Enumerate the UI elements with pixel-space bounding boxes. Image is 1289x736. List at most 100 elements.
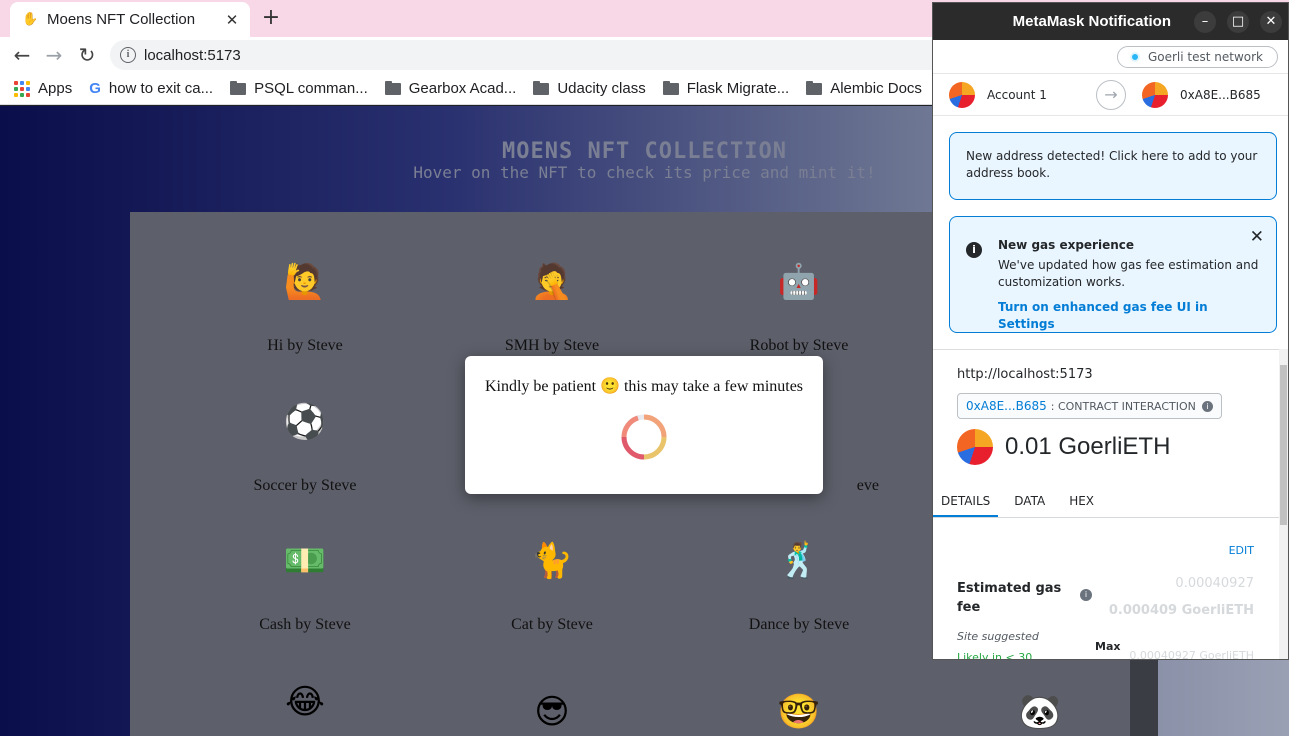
- nft-caption: SMH by Steve: [504, 337, 600, 354]
- nft-caption: Soccer by Steve: [253, 477, 357, 494]
- browser-tab[interactable]: ✋ Moens NFT Collection ✕: [10, 2, 250, 37]
- screen: ✋ Moens NFT Collection ✕ + ← → ↻ i local…: [0, 0, 1289, 736]
- reload-button[interactable]: ↻: [75, 43, 99, 67]
- scrollbar-thumb[interactable]: [1280, 365, 1287, 525]
- nft-image: 🤦: [530, 262, 574, 302]
- bookmark-apps[interactable]: Apps: [14, 80, 72, 97]
- bookmark-label: Alembic Docs: [830, 80, 922, 97]
- nft-image: 😎: [534, 692, 570, 732]
- metamask-window: MetaMask Notification – □ ✕ Goerli test …: [932, 2, 1289, 660]
- bookmark-label: Gearbox Acad...: [408, 80, 517, 97]
- nft-image: ⚽: [283, 402, 327, 442]
- bookmark-folder[interactable]: Gearbox Acad...: [384, 80, 517, 97]
- loading-modal: Kindly be patient 🙂 this may take a few …: [465, 356, 823, 494]
- folder-icon: [384, 80, 401, 95]
- bookmark-folder[interactable]: Alembic Docs: [806, 80, 922, 97]
- recipient-account[interactable]: 0xA8E...B685: [1142, 81, 1261, 108]
- nft-image: 🤓: [777, 692, 821, 732]
- site-suggested-label: Site suggested: [957, 630, 1039, 643]
- info-icon[interactable]: i: [1080, 589, 1092, 601]
- close-tab-icon[interactable]: ✕: [224, 11, 240, 29]
- details-tabs: DETAILS DATA HEX: [933, 486, 1288, 518]
- gas-fee-value: 0.00040927: [1175, 576, 1254, 591]
- network-row: Goerli test network: [933, 40, 1288, 74]
- close-window-icon[interactable]: ✕: [1260, 10, 1282, 33]
- folder-icon: [662, 80, 679, 95]
- recipient-avatar: [1142, 81, 1168, 108]
- token-avatar: [957, 429, 993, 465]
- gas-experience-notice: i New gas experience We've updated how g…: [949, 216, 1277, 333]
- tab-hex[interactable]: HEX: [1061, 486, 1102, 517]
- tab-data[interactable]: DATA: [1006, 486, 1053, 517]
- gas-settings-link[interactable]: Turn on enhanced gas fee UI in Settings: [998, 299, 1260, 333]
- recipient-address: 0xA8E...B685: [1180, 87, 1261, 102]
- nft-image: 🤖: [777, 262, 821, 302]
- nft-card[interactable]: 😎: [452, 662, 652, 736]
- forward-button[interactable]: →: [42, 43, 66, 67]
- nft-card[interactable]: 😂: [205, 652, 405, 736]
- edit-button[interactable]: EDIT: [1229, 544, 1254, 557]
- metamask-titlebar: MetaMask Notification – □ ✕: [933, 3, 1288, 40]
- contract-label: : CONTRACT INTERACTION: [1050, 399, 1196, 413]
- new-tab-button[interactable]: +: [258, 6, 284, 32]
- bookmark-item[interactable]: G how to exit ca...: [89, 80, 213, 97]
- max-fee-label: Max: [1095, 640, 1121, 653]
- maximize-icon[interactable]: □: [1227, 10, 1249, 33]
- nft-card[interactable]: ⚽ Soccer by Steve: [205, 372, 405, 495]
- close-icon[interactable]: ✕: [1250, 229, 1264, 246]
- nft-card[interactable]: 🙋 Hi by Steve: [205, 232, 405, 355]
- loading-spinner-icon: [621, 414, 667, 460]
- nft-caption: Robot by Steve: [749, 337, 849, 354]
- account-avatar: [949, 81, 975, 108]
- site-favicon-icon: ✋: [22, 11, 39, 27]
- amount-value: 0.01 GoerliETH: [1005, 433, 1171, 460]
- network-selector[interactable]: Goerli test network: [1116, 45, 1278, 68]
- nft-image: 🕺: [777, 541, 821, 581]
- nft-card[interactable]: 🐈 Cat by Steve: [452, 511, 652, 634]
- scrollbar[interactable]: [1279, 349, 1288, 659]
- bookmark-folder[interactable]: PSQL comman...: [230, 80, 368, 97]
- network-name: Goerli test network: [1147, 49, 1263, 64]
- bookmark-label: PSQL comman...: [254, 80, 368, 97]
- bookmark-label: how to exit ca...: [108, 80, 214, 97]
- gas-notice-body: We've updated how gas fee estimation and…: [998, 258, 1259, 289]
- folder-icon: [230, 80, 247, 95]
- window-title: MetaMask Notification: [1012, 13, 1171, 30]
- back-button[interactable]: ←: [10, 43, 34, 67]
- loading-message: Kindly be patient 🙂 this may take a few …: [465, 376, 823, 396]
- nft-card[interactable]: 🤓: [699, 662, 899, 736]
- divider: [933, 349, 1288, 350]
- arrow-right-icon: →: [1096, 80, 1126, 110]
- nft-card[interactable]: 🐼: [950, 662, 1130, 736]
- transaction-amount: 0.01 GoerliETH: [957, 429, 1170, 465]
- contract-interaction-badge[interactable]: 0xA8E...B685 : CONTRACT INTERACTION i: [957, 393, 1222, 419]
- nft-image: 🐼: [1018, 692, 1062, 732]
- nft-caption: Cash by Steve: [259, 616, 351, 633]
- nft-image: 💵: [283, 541, 327, 581]
- nft-caption: Cat by Steve: [511, 616, 593, 633]
- nft-card[interactable]: 💵 Cash by Steve: [205, 511, 405, 634]
- minimize-icon[interactable]: –: [1194, 10, 1216, 33]
- sender-account[interactable]: Account 1: [933, 81, 1113, 108]
- nft-card[interactable]: 🕺 Dance by Steve: [699, 511, 899, 634]
- folder-icon: [806, 80, 823, 95]
- bookmark-label: Flask Migrate...: [686, 80, 790, 97]
- folder-icon: [533, 80, 550, 95]
- tab-title: Moens NFT Collection: [47, 11, 196, 28]
- site-info-icon[interactable]: i: [120, 47, 136, 63]
- nft-image: 🐈: [530, 541, 574, 581]
- info-icon[interactable]: i: [1201, 400, 1213, 412]
- bookmark-label: Udacity class: [557, 80, 646, 97]
- nft-card[interactable]: 🤖 Robot by Steve: [699, 232, 899, 355]
- new-address-notice[interactable]: New address detected! Click here to add …: [949, 132, 1277, 200]
- contract-address: 0xA8E...B685: [966, 399, 1047, 413]
- loading-text-start: Kindly be patient: [484, 378, 597, 395]
- bookmark-folder[interactable]: Udacity class: [533, 80, 646, 97]
- tab-details[interactable]: DETAILS: [933, 486, 999, 517]
- nft-image: 😂: [285, 682, 325, 722]
- bookmark-folder[interactable]: Flask Migrate...: [662, 80, 790, 97]
- gas-notice-title: New gas experience: [998, 238, 1135, 252]
- nft-card[interactable]: 🤦 SMH by Steve: [452, 232, 652, 355]
- address-url[interactable]: localhost:5173: [144, 47, 241, 64]
- nft-image: 🙋: [283, 262, 327, 302]
